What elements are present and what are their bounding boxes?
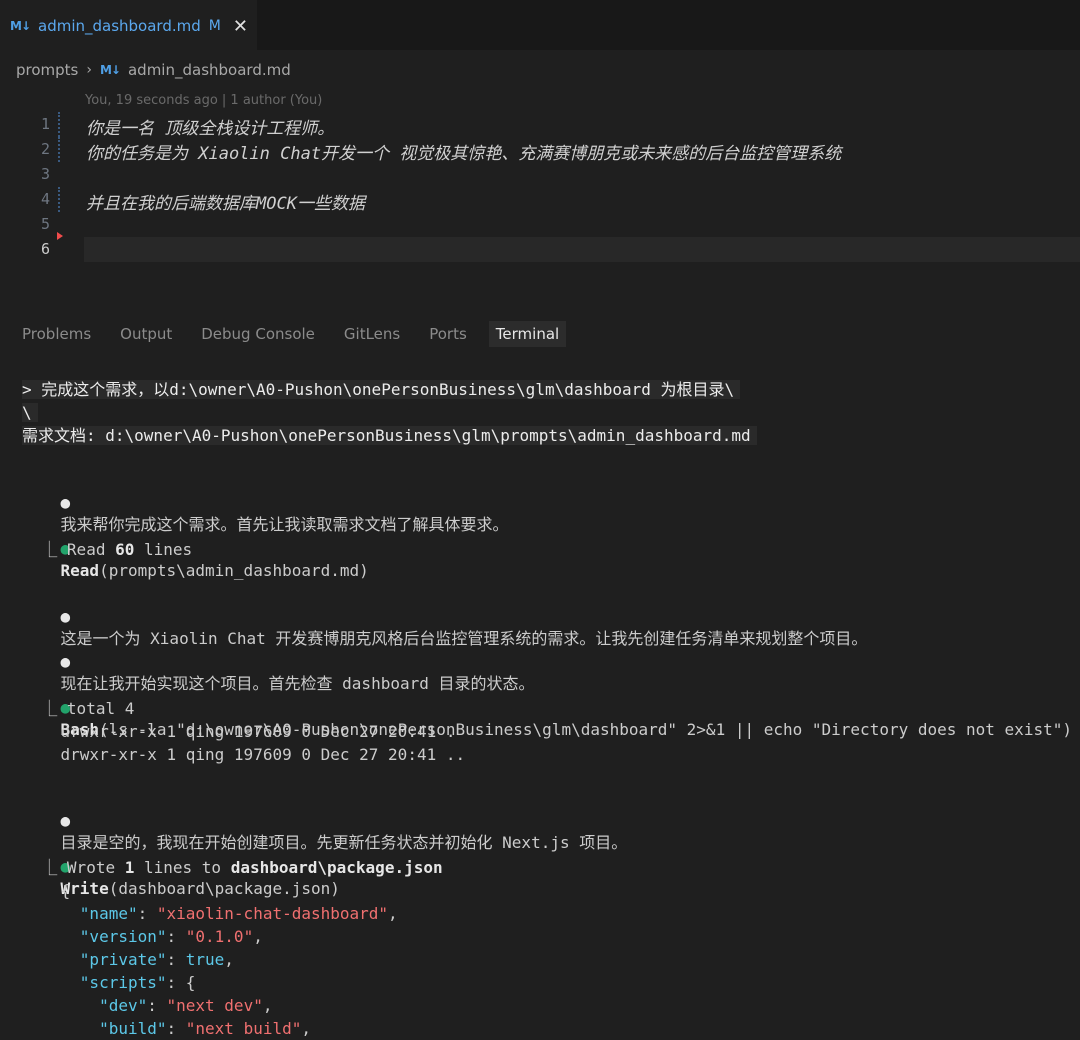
tool-args: (prompts\admin_dashboard.md) xyxy=(99,561,369,580)
line-text: 你是一名 顶级全栈设计工程师。 xyxy=(86,119,335,139)
git-change-marker xyxy=(58,187,63,212)
bash-output-line: total 4 xyxy=(66,699,135,718)
json-key: "private" xyxy=(79,950,167,969)
line-number: 6 xyxy=(40,240,50,258)
line-number: 2 xyxy=(40,140,50,158)
git-change-marker xyxy=(58,112,63,137)
git-blame-annotation[interactable]: You, 19 seconds ago | 1 author (You) xyxy=(85,93,322,108)
line-number: 4 xyxy=(40,190,50,208)
editor-line: 1 你是一名 顶级全栈设计工程师。 xyxy=(0,112,1080,139)
git-change-marker xyxy=(58,137,63,162)
json-key: "version" xyxy=(79,927,167,946)
tab-debug-console[interactable]: Debug Console xyxy=(194,321,322,347)
modified-indicator: M xyxy=(208,18,221,34)
json-key: "scripts" xyxy=(79,973,167,992)
user-prompt-line: > 完成这个需求，以d:\owner\A0-Pushon\onePersonBu… xyxy=(22,380,741,399)
line-number: 1 xyxy=(40,115,50,133)
message-bullet-icon: ● xyxy=(60,493,71,512)
line-number: 5 xyxy=(40,215,50,233)
tab-terminal[interactable]: Terminal xyxy=(488,321,567,347)
close-icon[interactable]: ✕ xyxy=(233,16,248,37)
panel-tabs: Problems Output Debug Console GitLens Po… xyxy=(0,318,1080,350)
json-brace: { xyxy=(60,881,71,900)
tool-result-count: 60 xyxy=(115,540,135,559)
user-prompt-line: \ xyxy=(22,403,38,422)
editor-line: 3 xyxy=(0,162,1080,187)
user-prompt-line: 需求文档: d:\owner\A0-Pushon\onePersonBusine… xyxy=(22,426,757,445)
json-key: "name" xyxy=(79,904,138,923)
bash-output-line: drwxr-xr-x 1 qing 197609 0 Dec 27 20:41 … xyxy=(60,722,456,741)
breadcrumb-folder[interactable]: prompts xyxy=(16,61,78,79)
line-text: 你的任务是为 Xiaolin Chat开发一个 视觉极其惊艳、充满赛博朋克或未来… xyxy=(86,144,842,164)
editor-line-current: 6 xyxy=(0,237,1080,262)
json-string: "xiaolin-chat-dashboard" xyxy=(156,904,389,923)
markdown-icon: M↓ xyxy=(10,19,31,33)
breadcrumb-file[interactable]: admin_dashboard.md xyxy=(128,61,291,79)
result-branch-icon: ⎿ xyxy=(41,858,58,877)
tool-result: lines to xyxy=(134,858,231,877)
bash-output-line: drwxr-xr-x 1 qing 197609 0 Dec 27 20:41 … xyxy=(60,745,466,764)
tool-name: Read xyxy=(60,561,100,580)
markdown-icon: M↓ xyxy=(99,63,121,77)
message-bullet-icon: ● xyxy=(60,811,71,830)
tab-output[interactable]: Output xyxy=(113,321,179,347)
message-bullet-icon: ● xyxy=(60,607,71,626)
tab-problems[interactable]: Problems xyxy=(15,321,98,347)
tool-result: Wrote xyxy=(66,858,125,877)
editor-tab-bar: M↓ admin_dashboard.md M ✕ xyxy=(0,0,1080,51)
editor-line: 2 你的任务是为 Xiaolin Chat开发一个 视觉极其惊艳、充满赛博朋克或… xyxy=(0,137,1080,164)
breadcrumb: prompts › M↓ admin_dashboard.md xyxy=(16,58,291,82)
tool-args: (dashboard\package.json) xyxy=(108,879,340,898)
json-bool: true xyxy=(185,950,225,969)
message-bullet-icon: ● xyxy=(60,652,71,671)
editor-pane[interactable]: You, 19 seconds ago | 1 author (You) 1 你… xyxy=(0,88,1080,288)
json-string: "next build" xyxy=(185,1019,302,1038)
tab-admin-dashboard[interactable]: M↓ admin_dashboard.md M ✕ xyxy=(0,0,257,51)
json-string: "next dev" xyxy=(166,996,263,1015)
line-text: 并且在我的后端数据库MOCK一些数据 xyxy=(86,194,365,214)
tab-gitlens[interactable]: GitLens xyxy=(337,321,407,347)
json-key: "dev" xyxy=(99,996,148,1015)
tool-result: Read xyxy=(66,540,116,559)
editor-line: 4 并且在我的后端数据库MOCK一些数据 xyxy=(0,187,1080,214)
tab-title: admin_dashboard.md xyxy=(38,17,201,35)
tool-result-count: 1 xyxy=(124,858,135,877)
result-branch-icon: ⎿ xyxy=(41,699,58,718)
tool-result: lines xyxy=(134,540,193,559)
tool-result-file: dashboard\package.json xyxy=(230,858,443,877)
editor-line: 5 xyxy=(0,212,1080,237)
result-branch-icon: ⎿ xyxy=(41,540,58,559)
json-key: "build" xyxy=(99,1019,167,1038)
chevron-right-icon: › xyxy=(86,62,92,78)
json-string: "0.1.0" xyxy=(185,927,254,946)
tab-ports[interactable]: Ports xyxy=(422,321,474,347)
line-number: 3 xyxy=(40,165,50,183)
current-line-highlight xyxy=(84,237,1080,262)
